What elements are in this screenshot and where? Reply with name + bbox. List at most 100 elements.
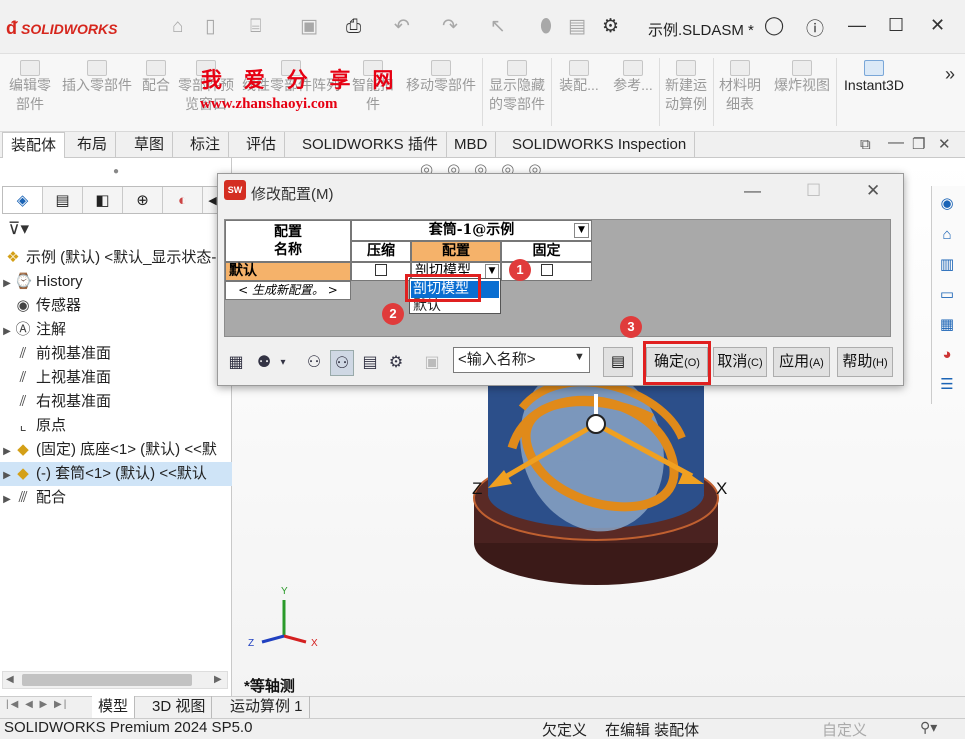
dimxpert-tab-icon[interactable]: ⊕ (123, 187, 163, 213)
tab-evaluate[interactable]: 评估 (238, 132, 286, 158)
expand-arrow-icon[interactable]: ▶ (0, 488, 14, 510)
tab-assembly[interactable]: 装配体 (2, 132, 66, 158)
tree-item-root[interactable]: ❖ 示例 (默认) <默认_显示状态- (0, 246, 232, 270)
tree-item-base-part[interactable]: ▶ ◆ (固定) 底座<1> (默认) <<默 (0, 438, 232, 462)
cancel-button[interactable]: 取消(C) (713, 347, 767, 377)
tree-item-annotations[interactable]: ▶ Ⓐ 注解 (0, 318, 232, 342)
feature-tree-tab-icon[interactable]: ◈ (3, 187, 43, 213)
tab-motion-study[interactable]: 运动算例 1 (224, 696, 310, 718)
tab-inspection[interactable]: SOLIDWORKS Inspection (504, 132, 696, 158)
table-settings-icon[interactable]: ▤ (603, 347, 633, 377)
tree-item-sensors[interactable]: ◉ 传感器 (0, 294, 232, 318)
new-motion-study-button[interactable]: 新建运 动算例 (662, 54, 710, 130)
exploded-view-button[interactable]: 爆炸视图 (770, 54, 834, 130)
tree-item-sleeve-part[interactable]: ▶ ◆ (-) 套筒<1> (默认) <<默认 (0, 462, 232, 486)
assembly-features-button[interactable]: 装配... (554, 54, 604, 130)
move-component-button[interactable]: 移动零部件 (403, 54, 479, 130)
maximize-window-icon[interactable]: ☐ (888, 15, 904, 36)
expand-arrow-icon[interactable]: ▶ (0, 464, 14, 486)
mate-button[interactable]: 配合 (138, 54, 174, 130)
component-dropdown-arrow-icon[interactable]: ▼ (574, 223, 589, 238)
tab-expand-icon[interactable]: ⧉ (860, 136, 871, 153)
help-button[interactable]: 帮助(H) (837, 347, 893, 377)
config-dropdown-arrow-icon[interactable]: ▼ (485, 264, 499, 279)
feature-list-icon[interactable]: ▤ (358, 350, 382, 376)
tab-sketch[interactable]: 草图 (126, 132, 174, 158)
design-library-home-icon[interactable]: ⌂ (935, 224, 959, 246)
traffic-dropdown-icon[interactable]: ▾ (276, 350, 290, 376)
tab-model[interactable]: 模型 (92, 696, 136, 718)
property-manager-tab-icon[interactable]: ▤ (43, 187, 83, 213)
name-dropdown-arrow-icon[interactable]: ▼ (574, 351, 585, 363)
design-library-icon[interactable]: ▥ (935, 254, 959, 276)
row-default-name[interactable]: 默认 (225, 262, 351, 281)
insert-components-button[interactable]: 插入零部件 (60, 54, 134, 130)
new-document-icon[interactable]: ▯ (205, 16, 215, 38)
tab-navigation-arrows-icon[interactable]: |◀ ◀ ▶ ▶| (6, 699, 68, 710)
tab-layout[interactable]: 布局 (69, 132, 117, 158)
tree-item-origin[interactable]: ⌞ 原点 (0, 414, 232, 438)
fixed-checkbox[interactable] (540, 264, 553, 276)
tab-addins[interactable]: SOLIDWORKS 插件 (294, 132, 447, 158)
status-options-icon[interactable]: ⚲▾ (920, 719, 937, 736)
solidworks-resources-icon[interactable]: ◉ (935, 193, 959, 215)
show-hidden-components-button[interactable]: 显示隐藏 的零部件 (486, 54, 548, 130)
table-icon[interactable]: ▦ (224, 350, 248, 376)
tree-item-right-plane[interactable]: ⫽ 右视基准面 (0, 390, 232, 414)
panel-collapse-handle[interactable]: ● (0, 166, 232, 180)
tree-item-history[interactable]: ▶ ⌚ History (0, 270, 232, 294)
settings-gear-icon[interactable]: ⚙ (384, 350, 408, 376)
tab-markup[interactable]: 标注 (182, 132, 230, 158)
open-document-icon[interactable]: ⌸ (250, 16, 261, 38)
appearances-icon[interactable]: ◕ (935, 344, 959, 366)
doc-restore-icon[interactable]: ❐ (912, 135, 925, 153)
save-icon[interactable]: ▣ (300, 16, 318, 38)
redo-icon[interactable]: ↷ (442, 16, 458, 38)
configuration-manager-tab-icon[interactable]: ◧ (83, 187, 123, 213)
scroll-right-icon[interactable]: ▶ (214, 674, 222, 685)
close-window-icon[interactable]: ✕ (930, 15, 945, 36)
expand-arrow-icon[interactable]: ▶ (0, 440, 14, 462)
header-component[interactable]: 套筒-1@示例 ▼ (351, 220, 592, 241)
home-icon[interactable]: ⌂ (172, 16, 183, 38)
dialog-close-icon[interactable]: ✕ (866, 181, 880, 201)
options-gear-icon[interactable]: ⚙ (602, 16, 619, 38)
new-config-row[interactable]: < 生成新配置。 > (225, 281, 351, 300)
edit-component-button[interactable]: 编辑零 部件 (4, 54, 56, 130)
apply-button[interactable]: 应用(A) (773, 347, 830, 377)
filter-icon[interactable]: ⊽▾ (8, 219, 29, 239)
file-properties-icon[interactable]: ▤ (568, 16, 586, 38)
ribbon-more-button[interactable]: » (940, 54, 960, 130)
tree-item-mates[interactable]: ▶ ⫻ 配合 (0, 486, 232, 510)
status-custom[interactable]: 自定义 (822, 719, 867, 739)
select-icon[interactable]: ↖ (490, 16, 506, 38)
rebuild-icon[interactable]: ⬮ (540, 16, 552, 38)
view-palette-icon[interactable]: ▦ (935, 314, 959, 336)
reference-geometry-button[interactable]: 参考... (608, 54, 658, 130)
undo-icon[interactable]: ↶ (394, 16, 410, 38)
config-name-input[interactable]: <输入名称> (453, 347, 590, 373)
display-manager-tab-icon[interactable]: ◐ (163, 187, 203, 213)
component-config-icon[interactable]: ⚇ (330, 350, 354, 376)
mate-config-icon[interactable]: ⚇ (302, 350, 326, 376)
suppress-checkbox[interactable] (375, 264, 387, 276)
solidworks-logo[interactable]: ᵭ SOLIDWORKS (6, 18, 117, 39)
expand-arrow-icon[interactable]: ▶ (0, 320, 14, 342)
account-icon[interactable]: ◯ (764, 15, 784, 36)
doc-minimize-icon[interactable]: — (888, 134, 904, 152)
help-icon[interactable]: ⓘ (806, 15, 824, 41)
doc-close-icon[interactable]: ✕ (938, 135, 951, 153)
tree-item-front-plane[interactable]: ⫽ 前视基准面 (0, 342, 232, 366)
scrollbar-thumb[interactable] (22, 674, 192, 686)
tab-3d-views[interactable]: 3D 视图 (146, 696, 213, 718)
file-explorer-icon[interactable]: ▭ (935, 284, 959, 306)
traffic-light-icon[interactable]: ⚉ (252, 350, 276, 376)
custom-properties-icon[interactable]: ☰ (935, 374, 959, 396)
expand-arrow-icon[interactable]: ▶ (0, 272, 14, 294)
instant3d-button[interactable]: Instant3D (840, 54, 908, 130)
minimize-window-icon[interactable]: — (848, 15, 866, 36)
bill-of-materials-button[interactable]: 材料明 细表 (716, 54, 764, 130)
scroll-left-icon[interactable]: ◀ (6, 674, 14, 685)
tree-item-top-plane[interactable]: ⫽ 上视基准面 (0, 366, 232, 390)
dialog-minimize-icon[interactable]: — (744, 181, 761, 201)
